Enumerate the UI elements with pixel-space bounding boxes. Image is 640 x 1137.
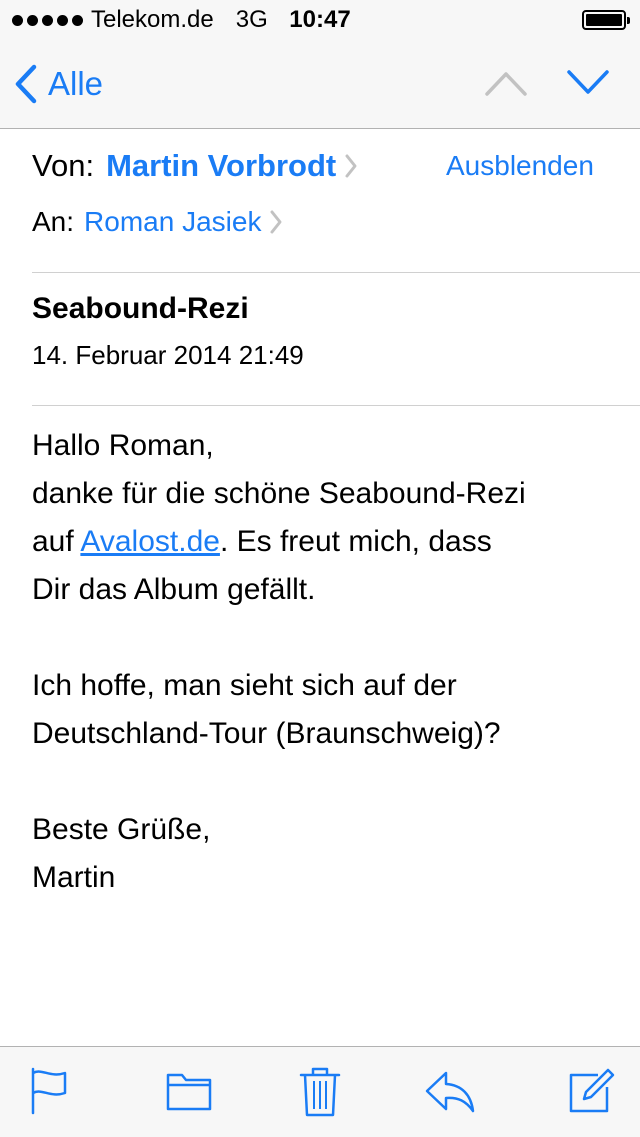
body-text: . Es freut mich, dass [219, 525, 492, 558]
message-body: Hallo Roman, danke für die schöne Seabou… [32, 422, 632, 902]
flag-icon[interactable] [28, 1065, 72, 1117]
previous-message-icon[interactable] [484, 68, 528, 98]
body-line: Martin [32, 861, 116, 894]
divider [32, 272, 640, 273]
body-line: Dir das Album gefällt. [32, 573, 316, 606]
status-time: 10:47 [289, 6, 351, 33]
to-label: An: [32, 206, 75, 237]
sender-name[interactable]: Martin Vorbrodt [106, 148, 336, 184]
avalost-link[interactable]: Avalost.de [80, 525, 220, 558]
bottom-toolbar [0, 1046, 640, 1137]
next-message-icon[interactable] [566, 68, 610, 98]
body-line: Ich hoffe, man sieht sich auf der [32, 669, 457, 702]
message-date: 14. Februar 2014 21:49 [32, 340, 304, 370]
back-button[interactable]: Alle [14, 64, 103, 104]
from-row: Von: Martin Vorbrodt [32, 148, 358, 184]
from-label: Von: [32, 148, 95, 183]
reply-icon[interactable] [424, 1065, 476, 1117]
compose-icon[interactable] [568, 1065, 616, 1117]
chevron-left-icon [15, 64, 37, 104]
body-line: Beste Grüße, [32, 813, 211, 846]
divider [32, 405, 640, 406]
hide-details-button[interactable]: Ausblenden [446, 150, 594, 182]
body-line: Hallo Roman, [32, 429, 214, 462]
folder-icon[interactable] [166, 1065, 212, 1117]
body-line: danke für die schöne Seabound-Rezi [32, 477, 526, 510]
chevron-right-icon [270, 210, 282, 234]
trash-icon[interactable] [298, 1065, 342, 1119]
body-line: auf Avalost.de. Es freut mich, dass [32, 518, 632, 566]
navigation-bar: Alle [0, 40, 640, 129]
body-line: Deutschland-Tour (Braunschweig)? [32, 717, 501, 750]
recipient-name[interactable]: Roman Jasiek [84, 206, 261, 238]
back-label: Alle [48, 65, 104, 102]
battery-icon [582, 10, 630, 30]
to-row: An: Roman Jasiek [32, 206, 283, 238]
status-bar: Telekom.de 3G 10:47 [0, 0, 640, 40]
chevron-right-icon [345, 154, 357, 178]
message-subject: Seabound-Rezi [32, 292, 249, 325]
body-text: auf [32, 525, 81, 558]
